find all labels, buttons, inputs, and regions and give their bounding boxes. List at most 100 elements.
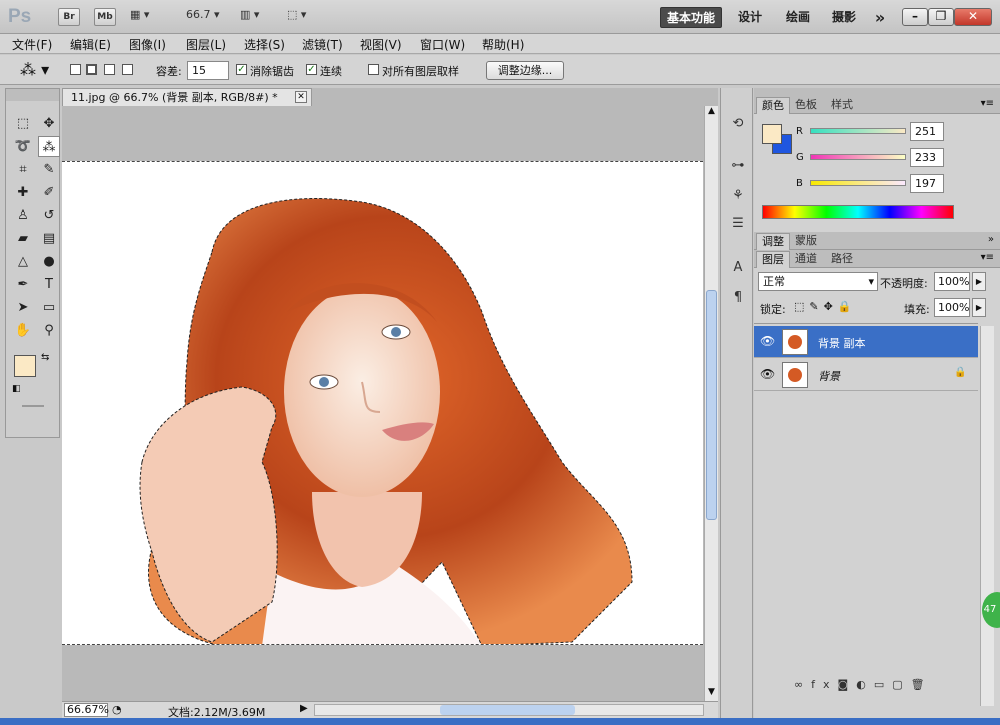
adjust-panel-expand-icon[interactable]: » — [988, 234, 994, 245]
layers-footer-icons[interactable]: ∞fx◙◐▭▢🗑 — [794, 678, 933, 691]
gradient-tool-icon[interactable]: ▤ — [38, 228, 60, 249]
paragraph-panel-icon[interactable]: ¶ — [727, 288, 749, 308]
quick-mask-icon[interactable] — [22, 405, 44, 407]
history-brush-tool-icon[interactable]: ↺ — [38, 205, 60, 226]
workspace-essentials[interactable]: 基本功能 — [660, 7, 722, 28]
b-value-input[interactable]: 197 — [910, 174, 944, 193]
brush-presets-icon[interactable]: ⊶ — [727, 156, 749, 176]
lasso-tool-icon[interactable]: ➰ — [12, 136, 34, 157]
color-panel-menu-icon[interactable]: ▾≡ — [981, 98, 994, 109]
status-menu-arrow-icon[interactable]: ▶ — [300, 703, 308, 714]
add-to-selection-icon[interactable] — [86, 64, 97, 75]
restore-icon[interactable]: ❐ — [928, 8, 954, 26]
menu-edit[interactable]: 编辑(E) — [70, 36, 111, 53]
default-colors-icon[interactable]: ◧ — [12, 384, 21, 394]
menu-image[interactable]: 图像(I) — [129, 36, 166, 53]
history-panel-icon[interactable]: ⟲ — [727, 114, 749, 134]
horizontal-scrollbar[interactable] — [314, 704, 704, 716]
menu-layer[interactable]: 图层(L) — [186, 36, 226, 53]
hand-tool-icon[interactable]: ✋ — [12, 320, 34, 341]
scroll-down-icon[interactable]: ▼ — [705, 687, 718, 701]
eyedropper-tool-icon[interactable]: ✎ — [38, 159, 60, 180]
menu-file[interactable]: 文件(F) — [12, 36, 52, 53]
arrange-documents-dropdown[interactable]: ▥ ▾ — [240, 8, 259, 21]
tab-styles[interactable]: 样式 — [826, 97, 858, 114]
magic-wand-tool-icon[interactable]: ⁂ — [38, 136, 60, 157]
dodge-tool-icon[interactable]: ● — [38, 251, 60, 272]
document-tab[interactable]: 11.jpg @ 66.7% (背景 副本, RGB/8#) * ✕ — [62, 88, 312, 106]
image-canvas[interactable] — [62, 161, 703, 645]
clone-source-icon[interactable]: ⚘ — [727, 186, 749, 206]
subtract-selection-icon[interactable] — [104, 64, 115, 75]
vertical-scrollbar[interactable]: ▲ ▼ — [704, 106, 718, 701]
blend-mode-select[interactable]: 正常 ▾ — [758, 272, 878, 291]
zoom-tool-icon[interactable]: ⚲ — [38, 320, 60, 341]
antialias-checkbox[interactable]: ✓ — [236, 64, 247, 75]
vertical-scroll-thumb[interactable] — [706, 290, 717, 520]
path-selection-tool-icon[interactable]: ➤ — [12, 297, 34, 318]
close-document-icon[interactable]: ✕ — [295, 91, 307, 103]
fill-arrow-icon[interactable]: ▶ — [972, 298, 986, 317]
view-extras-dropdown[interactable]: ▦ ▾ — [130, 8, 149, 21]
close-icon[interactable]: ✕ — [954, 8, 992, 26]
type-tool-icon[interactable]: T — [38, 274, 60, 295]
tab-layers[interactable]: 图层 — [756, 251, 790, 268]
opacity-input[interactable]: 100% — [934, 272, 970, 291]
character-panel-icon[interactable]: A — [727, 258, 749, 278]
contiguous-checkbox[interactable]: ✓ — [306, 64, 317, 75]
menu-view[interactable]: 视图(V) — [360, 36, 402, 53]
tab-swatches[interactable]: 色板 — [790, 97, 822, 114]
workspace-photography[interactable]: 摄影 — [826, 7, 862, 28]
shape-tool-icon[interactable]: ▭ — [38, 297, 60, 318]
screen-mode-dropdown[interactable]: ⬚ ▾ — [287, 8, 306, 21]
minibridge-button[interactable]: Mb — [94, 8, 116, 26]
crop-tool-icon[interactable]: ⌗ — [12, 159, 34, 180]
zoom-level-dropdown[interactable]: 66.7 ▾ — [186, 8, 220, 21]
horizontal-scroll-thumb[interactable] — [440, 705, 575, 715]
color-spectrum-ramp[interactable] — [762, 205, 954, 219]
tab-color[interactable]: 颜色 — [756, 97, 790, 114]
blur-tool-icon[interactable]: △ — [12, 251, 34, 272]
tolerance-input[interactable]: 15 — [187, 61, 229, 80]
menu-window[interactable]: 窗口(W) — [420, 36, 465, 53]
g-value-input[interactable]: 233 — [910, 148, 944, 167]
layers-scrollbar[interactable] — [980, 326, 994, 706]
layer-row-background[interactable]: 👁 背景 🔒 — [754, 359, 978, 391]
sample-all-layers-checkbox[interactable] — [368, 64, 379, 75]
clone-stamp-tool-icon[interactable]: ♙ — [12, 205, 34, 226]
lock-options-icons[interactable]: ⬚✎✥🔒 — [794, 300, 857, 313]
menu-filter[interactable]: 滤镜(T) — [302, 36, 343, 53]
tab-masks[interactable]: 蒙版 — [790, 233, 822, 250]
layers-panel-menu-icon[interactable]: ▾≡ — [981, 252, 994, 263]
pen-tool-icon[interactable]: ✒ — [12, 274, 34, 295]
brush-tool-icon[interactable]: ✐ — [38, 182, 60, 203]
layer-row-background-copy[interactable]: 👁 背景 副本 — [754, 326, 978, 358]
opacity-arrow-icon[interactable]: ▶ — [972, 272, 986, 291]
visibility-eye-icon[interactable]: 👁 — [760, 367, 775, 381]
intersect-selection-icon[interactable] — [122, 64, 133, 75]
minimize-icon[interactable]: – — [902, 8, 928, 26]
healing-brush-tool-icon[interactable]: ✚ — [12, 182, 34, 203]
more-workspaces-button[interactable]: » — [870, 7, 890, 28]
scroll-up-icon[interactable]: ▲ — [705, 106, 718, 120]
tab-paths[interactable]: 路径 — [826, 251, 858, 268]
r-slider[interactable] — [810, 128, 906, 134]
tab-channels[interactable]: 通道 — [790, 251, 822, 268]
status-zoom-field[interactable]: 66.67% — [64, 703, 109, 717]
workspace-painting[interactable]: 绘画 — [780, 7, 816, 28]
g-slider[interactable] — [810, 154, 906, 160]
tool-presets-icon[interactable]: ☰ — [727, 214, 749, 234]
marquee-tool-icon[interactable]: ⬚ — [12, 113, 34, 134]
fill-input[interactable]: 100% — [934, 298, 970, 317]
workspace-design[interactable]: 设计 — [732, 7, 768, 28]
b-slider[interactable] — [810, 180, 906, 186]
eraser-tool-icon[interactable]: ▰ — [12, 228, 34, 249]
magic-wand-preset-icon[interactable]: ⁂ ▾ — [20, 60, 49, 79]
panel-foreground-swatch[interactable] — [762, 124, 782, 144]
refine-edge-button[interactable]: 调整边缘... — [486, 61, 564, 80]
tab-adjustments[interactable]: 调整 — [756, 233, 790, 250]
menu-select[interactable]: 选择(S) — [244, 36, 285, 53]
swap-colors-icon[interactable]: ⇆ — [41, 352, 49, 363]
move-tool-icon[interactable]: ✥ — [38, 113, 60, 134]
status-info-icon[interactable]: ◔ — [112, 703, 122, 716]
